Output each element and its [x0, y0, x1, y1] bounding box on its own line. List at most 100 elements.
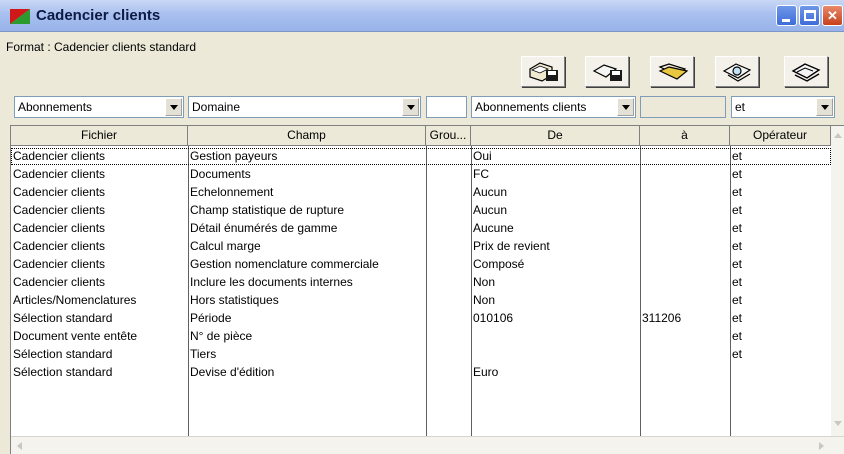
scroll-left-icon[interactable]	[15, 440, 27, 454]
cell-de[interactable]: Non	[471, 292, 640, 309]
cell-fichier[interactable]: Articles/Nomenclatures	[11, 292, 188, 309]
chevron-down-icon[interactable]	[165, 98, 182, 116]
criteria-grid[interactable]: Fichier Champ Grou... De à Opérateur Cad…	[10, 125, 844, 454]
save-as-button[interactable]	[585, 56, 629, 87]
cell-fichier[interactable]: Cadencier clients	[11, 238, 188, 255]
cell-de[interactable]: FC	[471, 166, 640, 183]
close-button[interactable]: ✕	[822, 5, 843, 26]
cell-champ[interactable]: Détail énumérés de gamme	[188, 220, 426, 237]
table-row[interactable]: Cadencier clients Inclure les documents i…	[11, 274, 831, 291]
table-row[interactable]: Cadencier clients Gestion nomenclature co…	[11, 256, 831, 273]
cell-de[interactable]: Composé	[471, 256, 640, 273]
cell-operateur[interactable]	[730, 364, 831, 381]
de-dropdown[interactable]: Abonnements clients	[471, 96, 636, 118]
groupe-input[interactable]	[426, 96, 467, 118]
cell-operateur[interactable]: et	[730, 166, 831, 183]
cell-de[interactable]: Non	[471, 274, 640, 291]
cell-operateur[interactable]: et	[730, 346, 831, 363]
header-de[interactable]: De	[471, 126, 640, 146]
table-row[interactable]: Sélection standard Tiers et	[11, 346, 831, 363]
cell-fichier[interactable]: Cadencier clients	[11, 220, 188, 237]
cell-a[interactable]	[640, 274, 730, 291]
cell-groupe[interactable]	[426, 184, 471, 201]
scroll-down-icon[interactable]	[831, 416, 844, 432]
cell-a[interactable]	[640, 256, 730, 273]
cell-fichier[interactable]: Document vente entête	[11, 328, 188, 345]
cell-operateur[interactable]: et	[730, 220, 831, 237]
cell-groupe[interactable]	[426, 292, 471, 309]
cell-fichier[interactable]: Sélection standard	[11, 364, 188, 381]
cell-champ[interactable]: Tiers	[188, 346, 426, 363]
header-groupe[interactable]: Grou...	[426, 126, 471, 146]
cell-a[interactable]	[640, 328, 730, 345]
print-button[interactable]	[784, 56, 828, 87]
cell-groupe[interactable]	[426, 256, 471, 273]
chevron-down-icon[interactable]	[402, 98, 419, 116]
cell-fichier[interactable]: Cadencier clients	[11, 256, 188, 273]
cell-de[interactable]: Oui	[471, 148, 640, 165]
table-row[interactable]: Cadencier clients Echelonnement Aucun et	[11, 184, 831, 201]
cell-de[interactable]: Prix de revient	[471, 238, 640, 255]
cell-de[interactable]	[471, 328, 640, 345]
cell-de[interactable]: 010106	[471, 310, 640, 327]
cell-operateur[interactable]: et	[730, 238, 831, 255]
cell-a[interactable]	[640, 238, 730, 255]
cell-groupe[interactable]	[426, 328, 471, 345]
title-bar[interactable]: Cadencier clients ✕	[0, 0, 844, 32]
header-champ[interactable]: Champ	[188, 126, 426, 146]
cell-groupe[interactable]	[426, 166, 471, 183]
vertical-scrollbar[interactable]	[831, 126, 844, 436]
cell-champ[interactable]: Gestion nomenclature commerciale	[188, 256, 426, 273]
cell-operateur[interactable]: et	[730, 184, 831, 201]
save-button[interactable]	[521, 56, 565, 87]
cell-fichier[interactable]: Sélection standard	[11, 310, 188, 327]
print-preview-button[interactable]	[715, 56, 759, 87]
table-row[interactable]: Cadencier clients Champ statistique de ru…	[11, 202, 831, 219]
cell-operateur[interactable]: et	[730, 310, 831, 327]
maximize-button[interactable]	[799, 5, 820, 26]
minimize-button[interactable]	[776, 5, 797, 26]
cell-a[interactable]	[640, 292, 730, 309]
cell-a[interactable]	[640, 166, 730, 183]
a-input[interactable]	[640, 96, 726, 118]
table-row[interactable]: Cadencier clients Détail énumérés de gamm…	[11, 220, 831, 237]
cell-fichier[interactable]: Cadencier clients	[11, 148, 188, 165]
cell-fichier[interactable]: Cadencier clients	[11, 184, 188, 201]
cell-champ[interactable]: Période	[188, 310, 426, 327]
cell-champ[interactable]: Devise d'édition	[188, 364, 426, 381]
cell-operateur[interactable]: et	[730, 202, 831, 219]
cell-operateur[interactable]: et	[730, 256, 831, 273]
chevron-down-icon[interactable]	[816, 98, 833, 116]
cell-de[interactable]: Aucun	[471, 184, 640, 201]
champ-dropdown[interactable]: Domaine	[188, 96, 421, 118]
cell-champ[interactable]: Hors statistiques	[188, 292, 426, 309]
table-row[interactable]: Articles/Nomenclatures Hors statistiques N…	[11, 292, 831, 309]
cell-champ[interactable]: Champ statistique de rupture	[188, 202, 426, 219]
cell-groupe[interactable]	[426, 364, 471, 381]
cell-a[interactable]	[640, 202, 730, 219]
cell-fichier[interactable]: Cadencier clients	[11, 274, 188, 291]
cell-fichier[interactable]: Sélection standard	[11, 346, 188, 363]
cell-a[interactable]	[640, 148, 730, 165]
header-fichier[interactable]: Fichier	[11, 126, 188, 146]
scroll-up-icon[interactable]	[831, 128, 844, 144]
cell-operateur[interactable]: et	[730, 274, 831, 291]
cell-a[interactable]	[640, 346, 730, 363]
cell-fichier[interactable]: Cadencier clients	[11, 202, 188, 219]
cell-champ[interactable]: Echelonnement	[188, 184, 426, 201]
cell-champ[interactable]: Gestion payeurs	[188, 148, 426, 165]
cell-groupe[interactable]	[426, 238, 471, 255]
cell-groupe[interactable]	[426, 148, 471, 165]
table-row[interactable]: Cadencier clients Gestion payeurs Oui et	[11, 148, 831, 165]
cell-de[interactable]: Euro	[471, 364, 640, 381]
fichier-dropdown[interactable]: Abonnements	[14, 96, 184, 118]
cell-champ[interactable]: Calcul marge	[188, 238, 426, 255]
cell-a[interactable]: 311206	[640, 310, 730, 327]
cell-fichier[interactable]: Cadencier clients	[11, 166, 188, 183]
cell-de[interactable]	[471, 346, 640, 363]
table-row[interactable]: Sélection standard Période 010106 311206 et	[11, 310, 831, 327]
table-row[interactable]: Cadencier clients Documents FC et	[11, 166, 831, 183]
chevron-down-icon[interactable]	[617, 98, 634, 116]
cell-groupe[interactable]	[426, 346, 471, 363]
cell-champ[interactable]: Documents	[188, 166, 426, 183]
